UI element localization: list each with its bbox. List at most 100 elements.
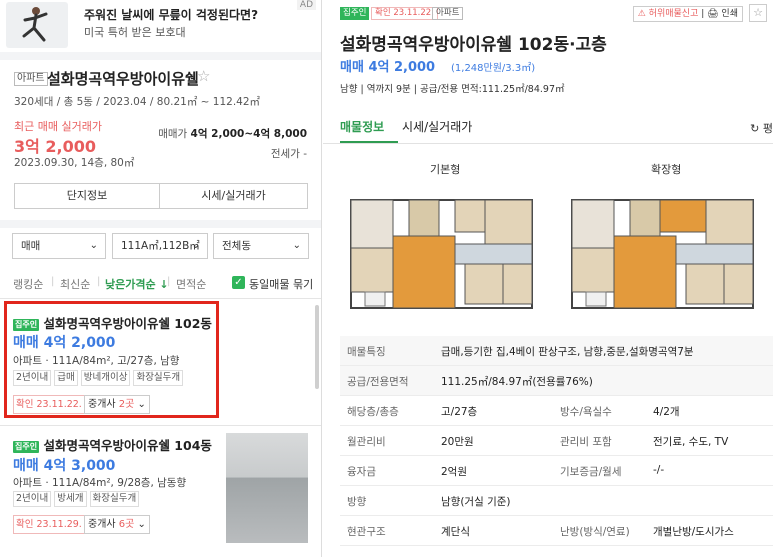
row-value: 111.25㎡/84.97㎡(전용률76%): [441, 376, 593, 388]
area-select[interactable]: 111A㎡,112B㎡ ⌄: [112, 233, 208, 259]
divider: [323, 143, 773, 144]
row-key: 기보증금/월세: [560, 466, 622, 478]
confirm-date-badge: 확인 23.11.22.: [371, 7, 438, 20]
recent-trade-date: 2023.09.30, 14층, 80㎡: [14, 157, 135, 169]
row-key: 매물특징: [347, 346, 386, 358]
row-key: 월관리비: [347, 436, 386, 448]
detail-price-per-area: (1,248만원/3.3㎡): [451, 63, 536, 74]
divider: [0, 52, 321, 60]
floorplan-extended-image[interactable]: [570, 192, 755, 310]
chevron-down-icon: ⌄: [134, 519, 146, 530]
row-key: 현관구조: [347, 526, 386, 538]
sale-price-range: 매매가 4억 2,000~4억 8,000: [158, 126, 307, 141]
tag: 방세개: [54, 491, 87, 507]
row-key: 방향: [347, 496, 367, 508]
complex-name[interactable]: 설화명곡역우방아이유쉘: [47, 68, 199, 89]
group-same-checkbox[interactable]: ✓: [232, 276, 245, 289]
trade-type-select[interactable]: 매매 ⌄: [12, 233, 106, 259]
detail-row: 융자금 2억원 기보증금/월세 -/-: [340, 456, 773, 486]
ad-banner[interactable]: 주워진 날씨에 무릎이 걱정된다면? 미국 특허 받은 보호대 AD: [0, 0, 321, 52]
jeonse-price: 전세가 -: [270, 148, 307, 160]
agent-label: 중개사: [88, 519, 119, 530]
detail-row: 월관리비 20만원 관리비 포함 전기료, 수도, TV: [340, 426, 773, 456]
floorplan-extended-label: 확장형: [651, 163, 682, 176]
group-same-label[interactable]: 동일매물 묶기: [249, 276, 313, 292]
listing-title-row: 집주인 설화명곡역우방아이유쉘 104동: [13, 435, 212, 454]
listing-photo[interactable]: [226, 433, 308, 543]
row-key: 방수/욕실수: [560, 406, 612, 418]
row-key: 난방(방식/연료): [560, 526, 630, 538]
owner-badge: 집주인: [13, 440, 40, 453]
selected-listing-highlight: [4, 301, 219, 418]
row-value: 급매,등기한 집,4베이 판상구조, 남향,중문,설화명곡역7분: [441, 346, 694, 358]
favorite-star-icon[interactable]: ☆: [749, 4, 767, 22]
sort-latest[interactable]: 최신순: [60, 276, 90, 292]
price-history-button[interactable]: 시세/실거래가: [159, 183, 308, 209]
active-tab-indicator: [340, 141, 398, 143]
complex-info: 320세대 / 총 5동 / 2023.04 / 80.21㎡ ~ 112.42…: [14, 96, 261, 108]
row-value: 20만원: [441, 436, 474, 448]
building-value: 전체동: [222, 240, 251, 252]
detail-meta: 남향 | 역까지 9분 | 공급/전용 면적:111.25㎡/84.97㎡: [340, 84, 565, 95]
agent-count: 6곳: [118, 519, 135, 530]
tab-price-history[interactable]: 시세/실거래가: [402, 118, 472, 135]
row-value: 2억원: [441, 466, 468, 478]
row-value: 전기료, 수도, TV: [653, 436, 729, 448]
listing-panel: 주워진 날씨에 무릎이 걱정된다면? 미국 특허 받은 보호대 AD 아파트 설…: [0, 0, 322, 557]
sort-low-price[interactable]: 낮은가격순 ↓: [105, 276, 169, 292]
print-button[interactable]: 🖨 인쇄: [707, 9, 738, 19]
scrollbar[interactable]: [315, 305, 319, 389]
ad-title: 주워진 날씨에 무릎이 걱정된다면?: [84, 8, 259, 22]
row-value: -/-: [653, 464, 665, 476]
row-key: 융자금: [347, 466, 376, 478]
report-fake-button[interactable]: ⚠ 허위매물신고: [638, 9, 699, 19]
divider: |: [167, 276, 171, 287]
floorplan-basic-label: 기본형: [430, 163, 461, 176]
property-type-badge: 아파트: [432, 7, 464, 20]
floorplan-basic-image[interactable]: [349, 192, 534, 310]
recent-trade-label: 최근 매매 실거래가: [14, 120, 102, 133]
detail-row: 공급/전용면적 111.25㎡/84.97㎡(전용률76%): [340, 366, 773, 396]
favorite-star-icon[interactable]: ☆: [197, 67, 210, 85]
chevron-down-icon: ⌄: [191, 240, 200, 251]
detail-row: 매물특징 급매,등기한 집,4베이 판상구조, 남향,중문,설화명곡역7분: [340, 336, 773, 366]
sale-price-value: 4억 2,000~4억 8,000: [190, 128, 307, 140]
listing-tags: 2년이내 방세개 화장실두개: [13, 491, 142, 507]
row-value: 개별난방/도시가스: [653, 526, 734, 538]
detail-row: 현관구조 계단식 난방(방식/연료) 개별난방/도시가스: [340, 516, 773, 546]
ad-badge: AD: [296, 0, 316, 10]
row-key: 관리비 포함: [560, 436, 612, 448]
confirm-date-badge: 확인 23.11.29.: [13, 515, 85, 534]
listing-title: 설화명곡역우방아이유쉘 104동: [43, 438, 212, 453]
building-select[interactable]: 전체동 ⌄: [213, 233, 309, 259]
complex-type-badge: 아파트: [14, 72, 48, 86]
chevron-down-icon: ⌄: [89, 240, 98, 251]
tool-buttons: ⚠ 허위매물신고 | 🖨 인쇄: [632, 6, 743, 22]
row-value: 남향(거실 기준): [441, 496, 511, 508]
detail-title: 설화명곡역우방아이유쉘 102동·고층: [340, 35, 607, 55]
complex-info-button[interactable]: 단지정보: [14, 183, 160, 209]
chevron-down-icon: ⌄: [292, 240, 301, 251]
divider: [0, 220, 321, 228]
detail-row: 해당층/총층 고/27층 방수/욕실수 4/2개: [340, 396, 773, 426]
row-key: 해당층/총층: [347, 406, 399, 418]
divider: |: [698, 9, 708, 19]
agent-dropdown[interactable]: 중개사 6곳 ⌄: [84, 515, 150, 534]
trade-type-value: 매매: [21, 240, 41, 252]
detail-panel: 집주인 확인 23.11.22. 아파트 ⚠ 허위매물신고 | 🖨 인쇄 ☆ 설…: [323, 0, 773, 557]
sort-ranking[interactable]: 랭킹순: [13, 276, 43, 292]
row-key: 공급/전용면적: [347, 376, 409, 388]
area-value: 111A㎡,112B㎡: [121, 240, 200, 252]
tab-property-info[interactable]: 매물정보: [340, 118, 384, 135]
divider: |: [51, 276, 55, 287]
tag: 화장실두개: [89, 491, 140, 507]
divider: |: [97, 276, 101, 287]
row-value: 4/2개: [653, 406, 680, 418]
recent-trade-price: 3억 2,000: [14, 137, 97, 156]
row-value: 계단식: [441, 526, 470, 538]
sale-price-label: 매매가: [158, 128, 188, 140]
sort-area[interactable]: 면적순: [176, 276, 206, 292]
listing-price: 매매 4억 3,000: [13, 458, 116, 474]
refresh-icon[interactable]: ↻ 평: [750, 120, 773, 136]
ad-subtitle: 미국 특허 받은 보호대: [84, 26, 186, 39]
